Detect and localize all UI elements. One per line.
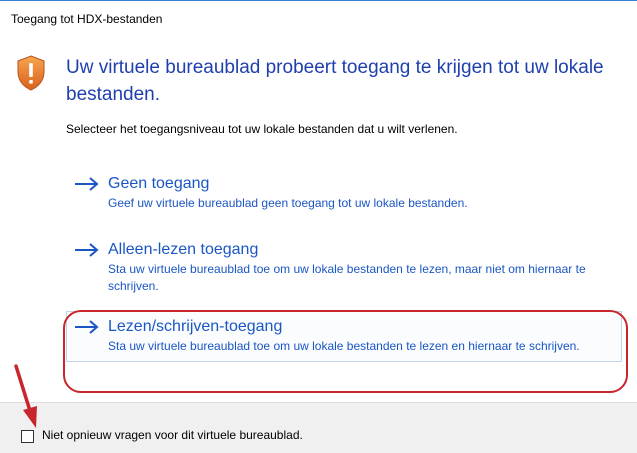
dialog-footer: Niet opnieuw vragen voor dit virtuele bu… [0, 402, 637, 453]
arrow-right-icon [75, 320, 99, 334]
dialog-heading: Uw virtuele bureaublad probeert toegang … [66, 57, 604, 105]
arrow-right-icon [75, 243, 99, 257]
dont-ask-again-label[interactable]: Niet opnieuw vragen voor dit virtuele bu… [42, 428, 303, 442]
option-title: Geen toegang [108, 175, 210, 192]
option-read-only[interactable]: Alleen-lezen toegang Sta uw virtuele bur… [66, 234, 622, 302]
option-read-write[interactable]: Lezen/schrijven-toegang Sta uw virtuele … [66, 311, 622, 362]
option-title: Lezen/schrijven-toegang [108, 318, 283, 335]
option-description: Geef uw virtuele bureaublad geen toegang… [108, 196, 468, 210]
dont-ask-again-checkbox[interactable] [21, 430, 34, 443]
option-title: Alleen-lezen toegang [108, 241, 259, 258]
shield-warning-icon [17, 55, 45, 91]
option-no-access[interactable]: Geen toegang Geef uw virtuele bureaublad… [66, 168, 622, 219]
option-description: Sta uw virtuele bureaublad toe om uw lok… [108, 262, 586, 293]
dialog-instruction: Selecteer het toegangsniveau tot uw loka… [66, 122, 458, 136]
window-title: Toegang tot HDX-bestanden [11, 12, 163, 26]
arrow-right-icon [75, 177, 99, 191]
window-top-border [0, 0, 637, 1]
option-description: Sta uw virtuele bureaublad toe om uw lok… [108, 339, 580, 353]
